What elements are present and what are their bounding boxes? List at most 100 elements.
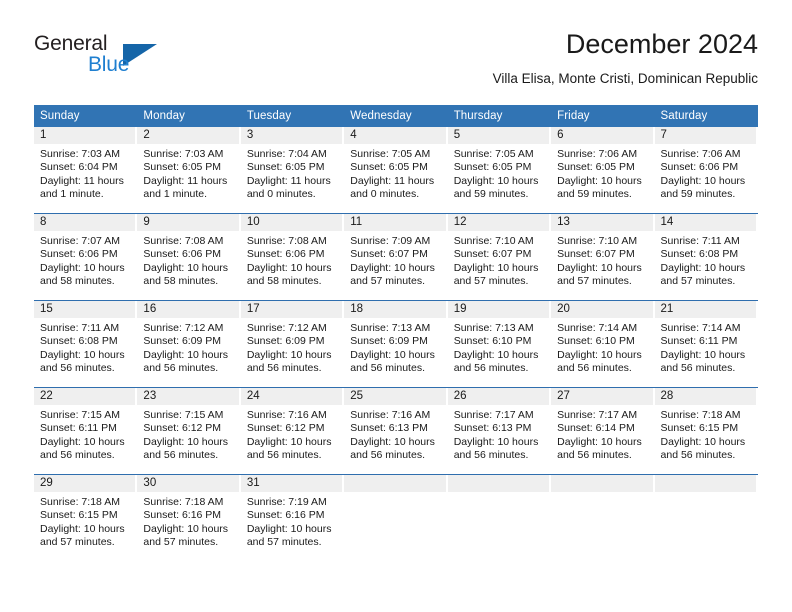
daylight-text-line2: and 56 minutes. <box>557 361 632 374</box>
daylight-text-line2: and 59 minutes. <box>557 187 632 200</box>
calendar-day-cell[interactable]: 18 Sunrise: 7:13 AM Sunset: 6:09 PM Dayligh… <box>344 300 448 388</box>
daylight-text-line1: Daylight: 10 hours <box>453 174 539 187</box>
calendar-day-cell[interactable]: 31 Sunrise: 7:19 AM Sunset: 6:16 PM Dayligh… <box>240 474 345 561</box>
sunrise-text: Sunrise: 7:16 AM <box>246 409 327 421</box>
day-number: 28 <box>654 388 756 405</box>
weekday-header-saturday: Saturday <box>654 105 758 127</box>
daylight-text-line2: and 57 minutes. <box>557 274 632 287</box>
calendar-day-cell[interactable]: 27 Sunrise: 7:17 AM Sunset: 6:14 PM Dayligh… <box>551 387 655 475</box>
calendar-header-row: Sunday Monday Tuesday Wednesday Thursday… <box>34 105 758 127</box>
daylight-text-line1: Daylight: 10 hours <box>557 348 642 361</box>
day-cell-inner: 25 Sunrise: 7:16 AM Sunset: 6:13 PM Dayligh… <box>344 388 447 474</box>
day-cell-inner: 26 Sunrise: 7:17 AM Sunset: 6:13 PM Dayligh… <box>447 388 551 474</box>
day-number: 2 <box>137 127 239 144</box>
day-cell-inner <box>344 475 447 561</box>
day-number: 11 <box>344 214 446 231</box>
calendar-day-cell[interactable]: 7 Sunrise: 7:06 AM Sunset: 6:06 PM Daylight… <box>654 127 758 214</box>
daylight-text-line2: and 56 minutes. <box>453 361 529 374</box>
sunset-text: Sunset: 6:06 PM <box>40 248 118 261</box>
daylight-text-line1: Daylight: 10 hours <box>40 261 125 274</box>
calendar-day-cell[interactable]: 12 Sunrise: 7:10 AM Sunset: 6:07 PM Dayligh… <box>447 213 552 301</box>
calendar-day-cell[interactable]: 3 Sunrise: 7:04 AM Sunset: 6:05 PM Daylight… <box>240 127 345 214</box>
calendar-day-cell-empty <box>447 474 552 561</box>
calendar-day-cell[interactable]: 2 Sunrise: 7:03 AM Sunset: 6:05 PM Daylight… <box>137 127 241 214</box>
day-number: 18 <box>344 301 446 318</box>
daylight-text-line2: and 57 minutes. <box>40 535 115 548</box>
daylight-text-line1: Daylight: 10 hours <box>557 261 642 274</box>
calendar-day-cell[interactable]: 6 Sunrise: 7:06 AM Sunset: 6:05 PM Daylight… <box>551 127 655 214</box>
sunrise-text: Sunrise: 7:15 AM <box>40 409 120 421</box>
daylight-text-line2: and 57 minutes. <box>453 274 529 287</box>
calendar-day-cell[interactable]: 24 Sunrise: 7:16 AM Sunset: 6:12 PM Dayligh… <box>240 387 345 475</box>
sunset-text: Sunset: 6:10 PM <box>557 335 635 348</box>
day-number: 5 <box>447 127 550 144</box>
calendar-day-cell[interactable]: 19 Sunrise: 7:13 AM Sunset: 6:10 PM Dayligh… <box>447 300 552 388</box>
day-cell-inner: 1 Sunrise: 7:03 AM Sunset: 6:04 PM Daylight… <box>34 127 137 213</box>
day-cell-details: Sunrise: 7:10 AM Sunset: 6:07 PM Daylight:… <box>551 231 654 288</box>
sunset-text: Sunset: 6:13 PM <box>453 422 532 435</box>
calendar-week-row: 29 Sunrise: 7:18 AM Sunset: 6:15 PM Dayligh… <box>34 474 758 561</box>
sunrise-text: Sunrise: 7:18 AM <box>40 496 120 508</box>
daylight-text-line1: Daylight: 10 hours <box>660 435 746 448</box>
calendar-week-row: 15 Sunrise: 7:11 AM Sunset: 6:08 PM Dayligh… <box>34 300 758 388</box>
calendar-day-cell[interactable]: 17 Sunrise: 7:12 AM Sunset: 6:09 PM Dayligh… <box>240 300 345 388</box>
day-cell-inner: 19 Sunrise: 7:13 AM Sunset: 6:10 PM Dayligh… <box>447 301 551 387</box>
day-cell-inner: 13 Sunrise: 7:10 AM Sunset: 6:07 PM Dayligh… <box>551 214 654 300</box>
calendar-day-cell[interactable]: 9 Sunrise: 7:08 AM Sunset: 6:06 PM Daylight… <box>137 213 241 301</box>
day-number: 25 <box>344 388 446 405</box>
sunset-text: Sunset: 6:16 PM <box>246 509 325 522</box>
day-cell-inner: 12 Sunrise: 7:10 AM Sunset: 6:07 PM Dayligh… <box>447 214 551 300</box>
calendar-day-cell[interactable]: 25 Sunrise: 7:16 AM Sunset: 6:13 PM Dayligh… <box>344 387 448 475</box>
calendar-day-cell[interactable]: 26 Sunrise: 7:17 AM Sunset: 6:13 PM Dayligh… <box>447 387 552 475</box>
daylight-text-line1: Daylight: 10 hours <box>350 435 435 448</box>
calendar-day-cell[interactable]: 10 Sunrise: 7:08 AM Sunset: 6:06 PM Dayligh… <box>240 213 345 301</box>
sunrise-text: Sunrise: 7:09 AM <box>350 235 431 247</box>
sunrise-text: Sunrise: 7:14 AM <box>660 322 741 334</box>
day-cell-inner: 24 Sunrise: 7:16 AM Sunset: 6:12 PM Dayligh… <box>240 388 344 474</box>
calendar-day-cell[interactable]: 15 Sunrise: 7:11 AM Sunset: 6:08 PM Dayligh… <box>34 300 138 388</box>
sunset-text: Sunset: 6:05 PM <box>557 161 635 174</box>
daylight-text-line2: and 0 minutes. <box>350 187 420 200</box>
calendar-day-cell[interactable]: 30 Sunrise: 7:18 AM Sunset: 6:16 PM Dayligh… <box>137 474 241 561</box>
calendar-day-cell[interactable]: 16 Sunrise: 7:12 AM Sunset: 6:09 PM Dayligh… <box>137 300 241 388</box>
daylight-text-line2: and 59 minutes. <box>660 187 736 200</box>
calendar-day-cell[interactable]: 23 Sunrise: 7:15 AM Sunset: 6:12 PM Dayligh… <box>137 387 241 475</box>
daylight-text-line2: and 56 minutes. <box>143 361 219 374</box>
general-blue-logo[interactable]: General Blue <box>34 32 174 80</box>
day-cell-details: Sunrise: 7:18 AM Sunset: 6:15 PM Daylight:… <box>655 405 758 462</box>
calendar-day-cell[interactable]: 14 Sunrise: 7:11 AM Sunset: 6:08 PM Dayligh… <box>654 213 758 301</box>
day-number: 30 <box>137 475 239 492</box>
day-number: 19 <box>447 301 550 318</box>
day-cell-inner: 8 Sunrise: 7:07 AM Sunset: 6:06 PM Daylight… <box>34 214 137 300</box>
weekday-header-monday: Monday <box>137 105 241 127</box>
daylight-text-line1: Daylight: 10 hours <box>660 348 746 361</box>
sunset-text: Sunset: 6:05 PM <box>143 161 222 174</box>
calendar-day-cell[interactable]: 4 Sunrise: 7:05 AM Sunset: 6:05 PM Daylight… <box>344 127 448 214</box>
day-cell-inner: 6 Sunrise: 7:06 AM Sunset: 6:05 PM Daylight… <box>551 127 654 213</box>
day-cell-inner: 5 Sunrise: 7:05 AM Sunset: 6:05 PM Daylight… <box>447 127 551 213</box>
day-cell-details: Sunrise: 7:16 AM Sunset: 6:12 PM Daylight:… <box>241 405 344 462</box>
daylight-text-line2: and 56 minutes. <box>660 448 736 461</box>
calendar-day-cell[interactable]: 22 Sunrise: 7:15 AM Sunset: 6:11 PM Dayligh… <box>34 387 138 475</box>
daylight-text-line2: and 56 minutes. <box>143 448 219 461</box>
day-cell-inner: 17 Sunrise: 7:12 AM Sunset: 6:09 PM Dayligh… <box>240 301 344 387</box>
calendar-day-cell[interactable]: 1 Sunrise: 7:03 AM Sunset: 6:04 PM Daylight… <box>34 127 138 214</box>
day-number: 3 <box>240 127 343 144</box>
calendar-day-cell[interactable]: 28 Sunrise: 7:18 AM Sunset: 6:15 PM Dayligh… <box>654 387 758 475</box>
daylight-text-line1: Daylight: 10 hours <box>350 348 435 361</box>
day-cell-details: Sunrise: 7:13 AM Sunset: 6:10 PM Daylight:… <box>448 318 551 375</box>
sunrise-text: Sunrise: 7:08 AM <box>143 235 224 247</box>
day-number: 14 <box>654 214 756 231</box>
calendar-day-cell[interactable]: 21 Sunrise: 7:14 AM Sunset: 6:11 PM Dayligh… <box>654 300 758 388</box>
day-cell-details: Sunrise: 7:17 AM Sunset: 6:13 PM Daylight:… <box>448 405 551 462</box>
calendar-day-cell[interactable]: 5 Sunrise: 7:05 AM Sunset: 6:05 PM Daylight… <box>447 127 552 214</box>
calendar-day-cell[interactable]: 13 Sunrise: 7:10 AM Sunset: 6:07 PM Dayligh… <box>551 213 655 301</box>
calendar-day-cell[interactable]: 29 Sunrise: 7:18 AM Sunset: 6:15 PM Dayligh… <box>34 474 138 561</box>
day-number: 4 <box>344 127 446 144</box>
day-cell-inner: 11 Sunrise: 7:09 AM Sunset: 6:07 PM Dayligh… <box>344 214 447 300</box>
sunrise-text: Sunrise: 7:19 AM <box>246 496 327 508</box>
calendar-table: Sunday Monday Tuesday Wednesday Thursday… <box>34 105 758 561</box>
calendar-day-cell[interactable]: 11 Sunrise: 7:09 AM Sunset: 6:07 PM Dayligh… <box>344 213 448 301</box>
calendar-day-cell[interactable]: 20 Sunrise: 7:14 AM Sunset: 6:10 PM Dayligh… <box>551 300 655 388</box>
calendar-day-cell[interactable]: 8 Sunrise: 7:07 AM Sunset: 6:06 PM Daylight… <box>34 213 138 301</box>
